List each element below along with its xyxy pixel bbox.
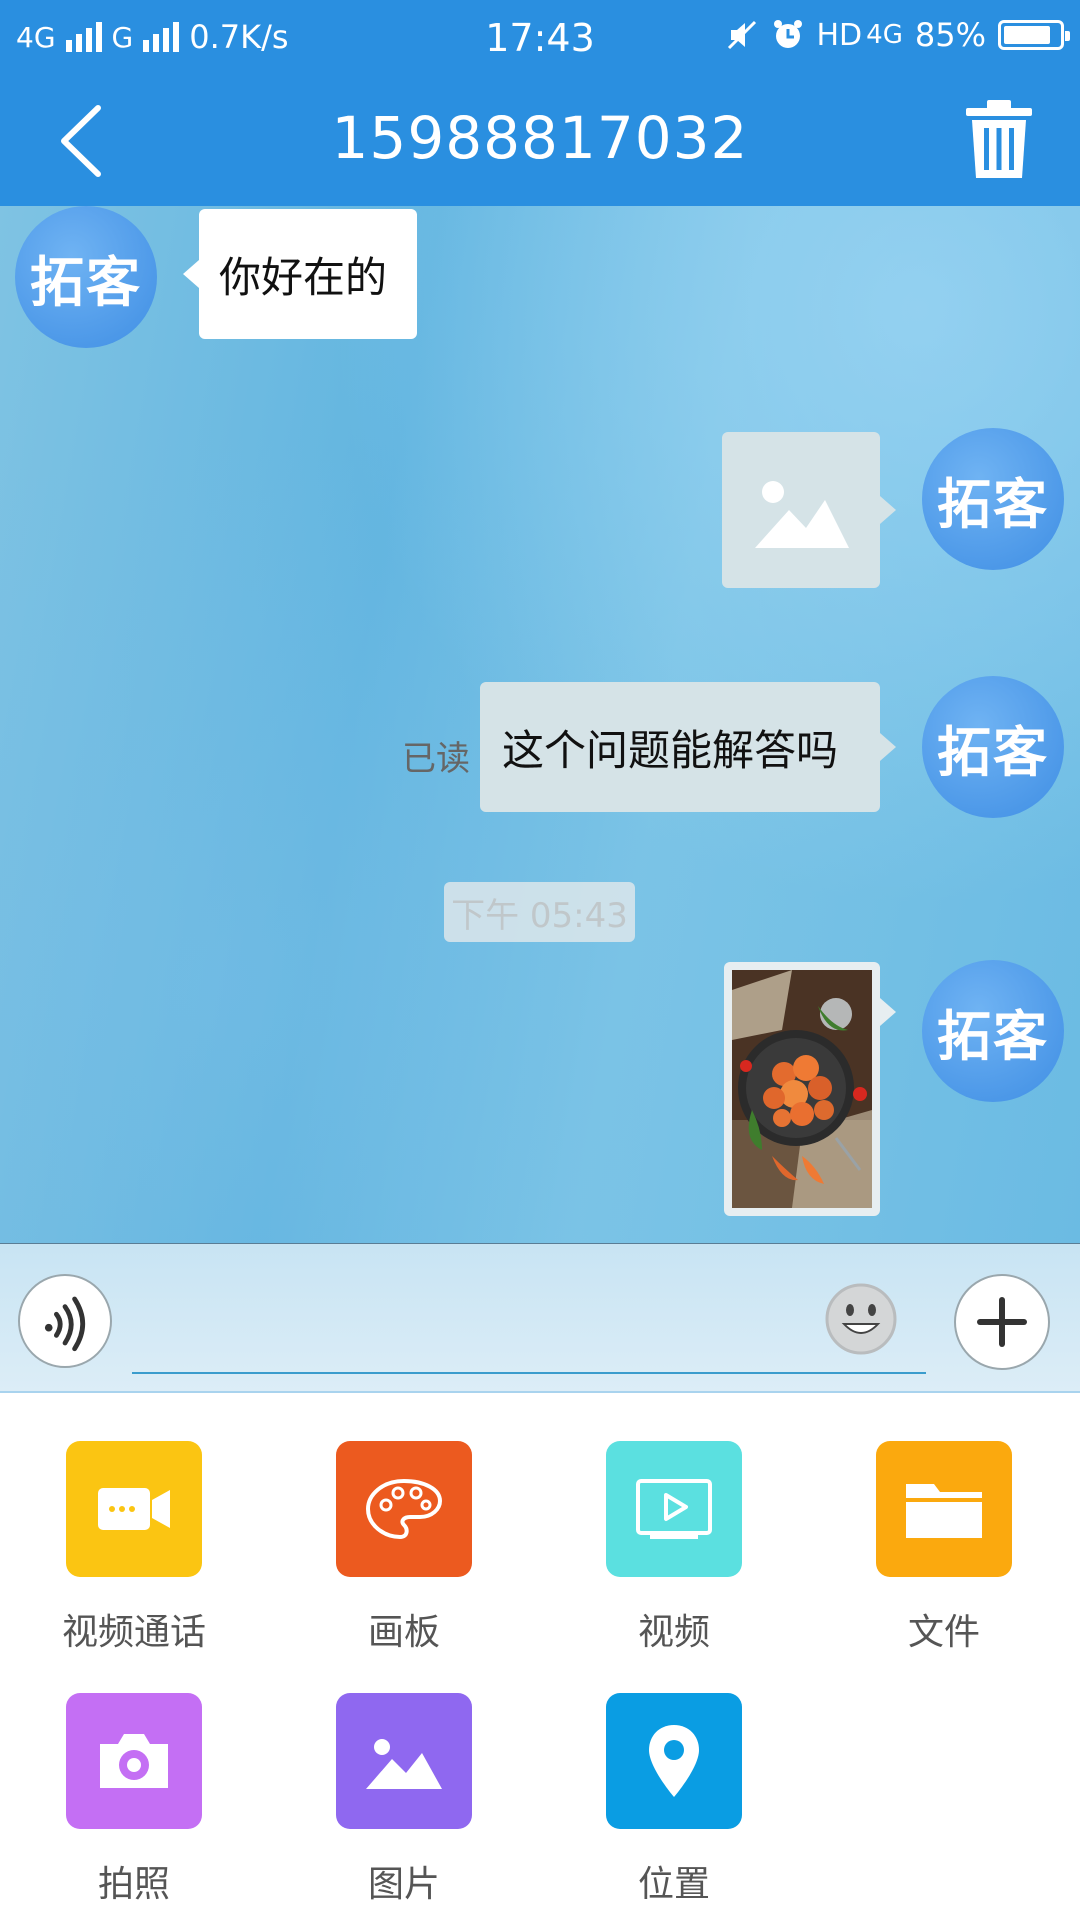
message-text: 你好在的	[219, 252, 388, 302]
action-tile	[606, 1693, 742, 1829]
action-label: 图片	[367, 1864, 440, 1905]
video-play-icon	[636, 1479, 712, 1539]
action-picture[interactable]: 图片	[304, 1693, 504, 1907]
battery-percent: 85%	[914, 16, 986, 54]
avatar[interactable]: 拓客	[922, 676, 1064, 818]
message-text: 这个问题能解答吗	[502, 725, 839, 775]
page-title: 15988817032	[331, 104, 749, 172]
action-video[interactable]: 视频	[574, 1441, 774, 1655]
message-bubble-outgoing[interactable]: 这个问题能解答吗	[480, 682, 896, 812]
video-call-icon	[98, 1488, 170, 1530]
voice-input-button[interactable]	[18, 1274, 112, 1368]
image-placeholder-icon	[755, 481, 849, 548]
status-bar: 4G G 0.7K/s 17:43 HD 4G 85%	[0, 0, 1080, 74]
action-tile	[66, 1441, 202, 1577]
palette-icon	[365, 1478, 443, 1540]
action-label: 位置	[637, 1864, 710, 1905]
emoji-button[interactable]	[824, 1282, 898, 1356]
alarm-icon	[773, 20, 802, 48]
network-type-3: 4G	[866, 20, 903, 50]
smiley-icon	[825, 1283, 897, 1355]
action-video-call[interactable]: 视频通话	[34, 1441, 234, 1655]
action-label: 拍照	[97, 1864, 170, 1905]
photo-message-bubble[interactable]	[724, 962, 896, 1216]
action-tile	[336, 1693, 472, 1829]
action-tile	[336, 1441, 472, 1577]
chat-area[interactable]: 拓客 你好在的 拓客 已读 这个问题能解答吗 拓客 下午 05:43 拓客	[0, 206, 1080, 1243]
input-bar	[0, 1243, 1080, 1392]
action-label: 视频通话	[61, 1612, 206, 1653]
food-photo-thumbnail	[732, 970, 872, 1208]
read-status: 已读	[402, 739, 470, 779]
action-tile	[876, 1441, 1012, 1577]
action-location[interactable]: 位置	[574, 1693, 774, 1907]
image-message-bubble[interactable]	[722, 432, 896, 588]
hd-label: HD	[816, 17, 863, 53]
avatar[interactable]: 拓客	[922, 428, 1064, 570]
voice-icon	[44, 1296, 86, 1352]
action-tile	[66, 1693, 202, 1829]
action-label: 文件	[907, 1612, 980, 1653]
more-actions-button[interactable]	[954, 1274, 1050, 1370]
action-panel: 视频通话 画板 视频 文件 拍照 图片 位置	[0, 1391, 1080, 1922]
action-label: 视频	[637, 1612, 710, 1653]
plus-icon	[977, 1297, 1027, 1347]
status-right: HD 4G 85%	[725, 16, 1070, 54]
avatar[interactable]: 拓客	[922, 960, 1064, 1102]
message-timestamp: 下午 05:43	[444, 882, 635, 942]
action-take-photo[interactable]: 拍照	[34, 1693, 234, 1907]
action-label: 画板	[367, 1612, 440, 1653]
action-drawing-board[interactable]: 画板	[304, 1441, 504, 1655]
picture-icon	[366, 1739, 442, 1789]
trash-icon	[966, 100, 1032, 178]
message-input[interactable]	[132, 1274, 926, 1374]
action-tile	[606, 1441, 742, 1577]
delete-button[interactable]	[954, 96, 1044, 186]
mute-icon	[727, 20, 756, 50]
battery-icon	[998, 20, 1070, 50]
chat-header: 15988817032	[0, 74, 1080, 206]
message-bubble-incoming[interactable]: 你好在的	[183, 209, 417, 339]
action-file[interactable]: 文件	[844, 1441, 1044, 1655]
folder-icon	[906, 1484, 982, 1538]
camera-icon	[100, 1734, 168, 1788]
avatar[interactable]: 拓客	[15, 206, 157, 348]
location-pin-icon	[649, 1725, 699, 1797]
